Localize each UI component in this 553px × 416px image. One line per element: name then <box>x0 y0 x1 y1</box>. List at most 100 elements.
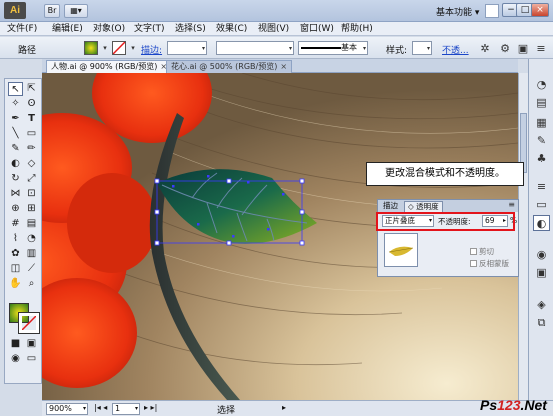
color-panel-icon[interactable]: ◔ <box>533 77 550 93</box>
free-transform-icon[interactable]: ⊡ <box>24 187 39 201</box>
brush-definition-dropdown[interactable]: 基本 ▾ <box>298 41 368 55</box>
checkbox-box[interactable] <box>470 260 477 267</box>
next-artboard-icon[interactable]: ▸ ▸| <box>144 403 157 412</box>
transparency-panel-icon[interactable]: ◐ <box>533 215 550 231</box>
eraser-icon[interactable]: ◇ <box>24 157 39 171</box>
eyedropper-icon[interactable]: ⌇ <box>8 232 23 246</box>
opacity-link[interactable]: 不透... <box>442 43 469 56</box>
symbol-sprayer-icon[interactable]: ✿ <box>8 247 23 261</box>
mesh-icon[interactable]: # <box>8 217 23 231</box>
color-mode-icon[interactable]: ■ <box>8 337 23 351</box>
stroke-dropdown-icon[interactable]: ▾ <box>126 42 140 55</box>
column-graph-icon[interactable]: ▥ <box>24 247 39 261</box>
menu-bar: 文件(F) 编辑(E) 对象(O) 文字(T) 选择(S) 效果(C) 视图(V… <box>0 22 553 36</box>
gradient-panel-icon[interactable]: ▭ <box>533 197 550 213</box>
color-guide-icon[interactable]: ▤ <box>533 95 550 111</box>
artboard-icon[interactable]: ◫ <box>8 262 23 276</box>
draw-mode-icon[interactable]: ◉ <box>8 352 23 366</box>
type-t-icon[interactable]: T <box>24 112 39 126</box>
workspace-switcher[interactable]: 基本功能 ▾ <box>436 5 479 18</box>
layers-icon[interactable]: ◈ <box>533 297 550 313</box>
shape-builder-icon[interactable]: ⊕ <box>8 202 23 216</box>
search-input[interactable] <box>485 4 499 18</box>
vertical-scrollbar[interactable] <box>518 73 528 400</box>
variable-width-dropdown[interactable]: ▾ <box>216 41 294 55</box>
graphic-style-dropdown[interactable]: ▾ <box>412 41 432 55</box>
checkbox-box[interactable] <box>470 248 477 255</box>
bridge-button[interactable]: Br <box>44 4 60 18</box>
menu-help[interactable]: 帮助(H) <box>341 23 373 35</box>
scale-icon[interactable]: ⤢ <box>24 172 39 186</box>
symbols-icon[interactable]: ♣ <box>533 151 550 167</box>
width-tool-icon[interactable]: ⋈ <box>8 187 23 201</box>
menu-view[interactable]: 视图(V) <box>258 23 289 35</box>
watermark-prefix: Ps <box>480 397 498 413</box>
lasso-icon[interactable]: ʘ <box>24 97 39 111</box>
tab-stroke[interactable]: 描边 <box>380 201 401 212</box>
zoom-magnifier-icon[interactable]: ⌕ <box>24 277 39 291</box>
pen-icon[interactable]: ✒ <box>8 112 23 126</box>
arrange-documents-button[interactable]: ▦▾ <box>64 4 88 18</box>
screen-mode-icon[interactable]: ▭ <box>24 352 39 366</box>
rotate-icon[interactable]: ↻ <box>8 172 23 186</box>
options-icon[interactable]: ⚙ <box>498 42 512 55</box>
brushes-icon[interactable]: ✎ <box>533 133 550 149</box>
paintbrush-icon[interactable]: ✎ <box>8 142 23 156</box>
pencil-icon[interactable]: ✏ <box>24 142 39 156</box>
app-logo: Ai <box>4 2 26 19</box>
menu-effect[interactable]: 效果(C) <box>216 23 247 35</box>
blend-icon[interactable]: ◔ <box>24 232 39 246</box>
menu-select[interactable]: 选择(S) <box>175 23 206 35</box>
menu-edit[interactable]: 编辑(E) <box>52 23 83 35</box>
first-artboard-icon[interactable]: |◂ ◂ <box>94 403 107 412</box>
menu-file[interactable]: 文件(F) <box>7 23 37 35</box>
line-segment-icon[interactable]: ╲ <box>8 127 23 141</box>
tab-renwu[interactable]: 人物.ai @ 900% (RGB/预览) × <box>46 60 173 73</box>
menu-object[interactable]: 对象(O) <box>93 23 125 35</box>
fill-stroke-widget[interactable] <box>9 303 40 334</box>
status-tool-label: 选择 <box>217 406 236 416</box>
none-slash-icon <box>22 316 36 330</box>
stroke-panel-icon[interactable]: ≡ <box>533 179 550 195</box>
magic-wand-icon[interactable]: ✧ <box>8 97 23 111</box>
panel-dock: ◔ ▤ ▦ ✎ ♣ ≡ ▭ ◐ ◉ ▣ ◈ ⧉ <box>528 59 553 400</box>
menu-window[interactable]: 窗口(W) <box>300 23 334 35</box>
stroke-color-box[interactable] <box>18 312 40 334</box>
hand-icon[interactable]: ✋ <box>8 277 23 291</box>
graphic-styles-icon[interactable]: ▣ <box>533 265 550 281</box>
appearance-icon[interactable]: ◉ <box>533 247 550 263</box>
clip-checkbox[interactable]: 剪切 <box>470 246 494 257</box>
close-button[interactable]: × <box>531 3 549 17</box>
tab-huaxin[interactable]: 花心.ai @ 500% (RGB/预览) × <box>166 60 293 73</box>
rectangle-icon[interactable]: ▭ <box>24 127 39 141</box>
artboards-icon[interactable]: ⧉ <box>533 315 550 331</box>
fill-dropdown-icon[interactable]: ▾ <box>98 42 112 55</box>
status-menu-icon[interactable]: ▸ <box>282 403 286 412</box>
fill-swatch[interactable] <box>84 41 98 55</box>
stroke-label-link[interactable]: 描边: <box>141 43 162 56</box>
stroke-weight-field[interactable]: ▾ <box>167 41 207 55</box>
slice-icon[interactable]: ⟋ <box>24 262 39 276</box>
selection-arrow-icon[interactable]: ↖ <box>8 82 23 96</box>
invert-mask-checkbox[interactable]: 反相蒙版 <box>470 258 509 269</box>
close-tab-icon[interactable]: × <box>280 62 287 71</box>
isolate-icon[interactable]: ▣ <box>516 42 530 55</box>
perspective-grid-icon[interactable]: ⊞ <box>24 202 39 216</box>
direct-selection-icon[interactable]: ⇱ <box>24 82 39 96</box>
gradient-icon[interactable]: ▤ <box>24 217 39 231</box>
workspace-label: 基本功能 <box>436 8 473 18</box>
blob-brush-icon[interactable]: ◐ <box>8 157 23 171</box>
zoom-dropdown[interactable]: 900% ▾ <box>46 403 88 415</box>
control-menu-icon[interactable]: ≡ <box>534 42 548 55</box>
tab-transparency[interactable]: ◇ 透明度 <box>404 201 443 212</box>
recolor-icon[interactable]: ✲ <box>478 42 492 55</box>
watermark-accent: 123 <box>497 397 521 413</box>
stroke-swatch[interactable] <box>112 41 126 55</box>
panel-menu-icon[interactable]: ≡ <box>508 200 515 209</box>
artboard-number-dropdown[interactable]: 1 ▾ <box>112 403 140 415</box>
brush-label: 基本 <box>341 43 357 52</box>
menu-type[interactable]: 文字(T) <box>134 23 165 35</box>
swatches-icon[interactable]: ▦ <box>533 115 550 131</box>
object-thumbnail[interactable] <box>384 233 418 267</box>
gradient-mode-icon[interactable]: ▣ <box>24 337 39 351</box>
